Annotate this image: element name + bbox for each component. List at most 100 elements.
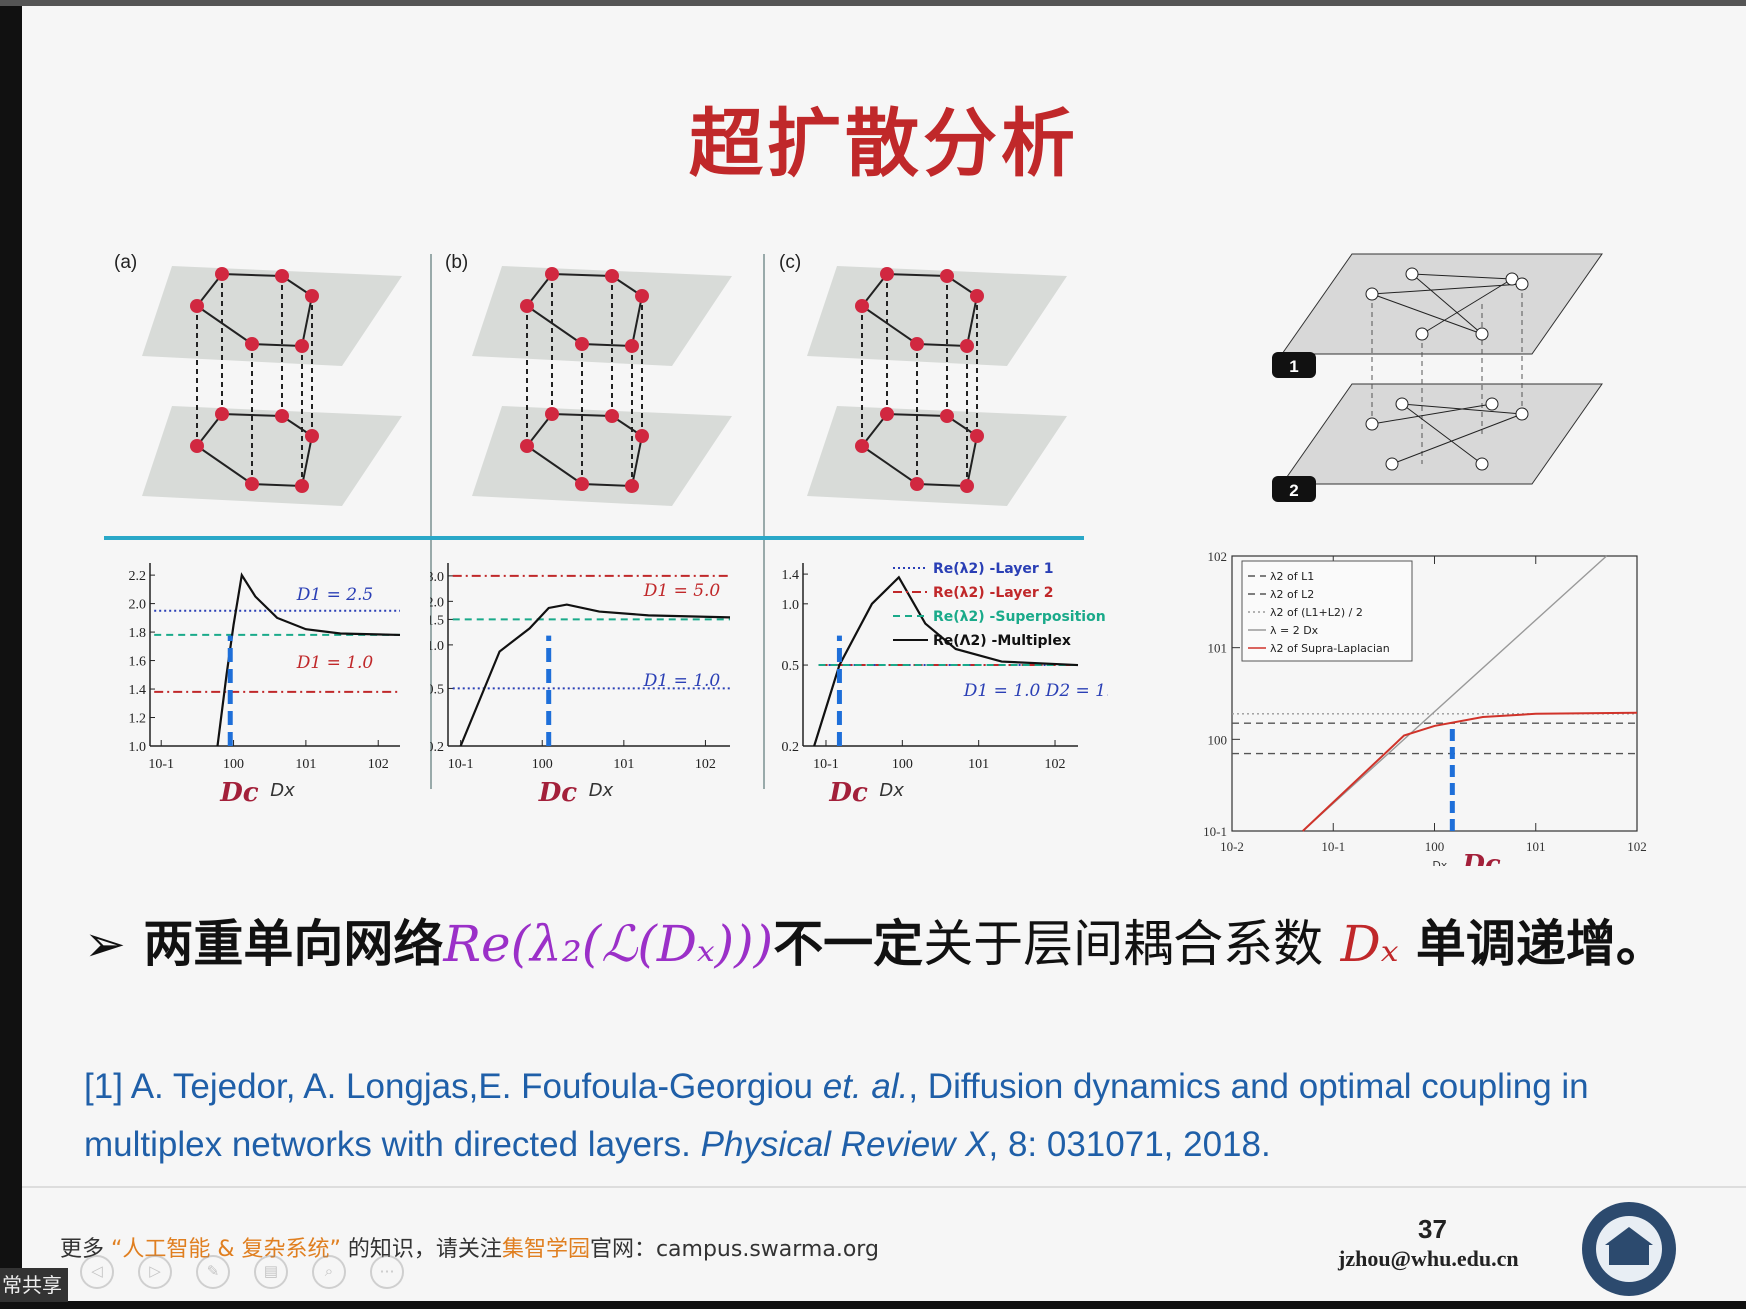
bullet-formula: Re(λ₂(ℒ(Dₓ))) [443, 915, 774, 973]
zoom-icon[interactable]: ⌕ [312, 1255, 346, 1289]
coupling-annotation: D1 = 1.0 D2 = 1.0 [963, 681, 1108, 701]
player-toolbar: ◁ ▷ ✎ ▤ ⌕ ⋯ [80, 1255, 404, 1289]
x-tick-label: 102 [695, 757, 716, 772]
y-tick-label: 1.0 [129, 740, 147, 755]
x-tick-label: 101 [295, 757, 316, 772]
bullet-text-2: 不一定 [773, 915, 924, 973]
dc-label: Dc [538, 778, 578, 808]
author-email: jzhou@whu.edu.cn [1338, 1246, 1519, 1271]
legend-label: Re(Λ2) -Multiplex [933, 633, 1071, 649]
layer-plane-top [142, 266, 402, 366]
x-tick-label: 10-1 [448, 757, 474, 772]
badge-2-label: 2 [1289, 481, 1298, 500]
university-logo [1582, 1202, 1676, 1296]
x-tick-label: 100 [892, 757, 913, 772]
layer-plane-bottom [142, 406, 402, 506]
play-icon[interactable]: ▷ [138, 1255, 172, 1289]
pen-icon[interactable]: ✎ [196, 1255, 230, 1289]
x-tick-label: 102 [1627, 839, 1647, 854]
x-axis-label: Dx [270, 780, 295, 801]
y-tick-label: 0.2 [782, 740, 800, 755]
page-icon[interactable]: ▤ [254, 1255, 288, 1289]
panel-label-b: (b) [445, 252, 469, 273]
legend-label: Re(λ2) -Layer 1 [933, 561, 1053, 577]
coupling-annotation: D1 = 2.5 [296, 585, 374, 605]
y-tick-label: 102 [1208, 549, 1228, 564]
y-tick-label: 2.0 [129, 598, 147, 613]
y-tick-label: 3.0 [430, 570, 444, 585]
x-tick-label: 10-1 [1321, 839, 1345, 854]
y-tick-label: 1.6 [129, 655, 147, 670]
panel-label-a: (a) [114, 252, 138, 273]
x-tick-label: 101 [968, 757, 989, 772]
legend-label: Re(λ2) -Superposition [933, 609, 1106, 625]
x-tick-label: 102 [1045, 757, 1066, 772]
multiplex-diagram: 1 2 [1272, 253, 1603, 502]
bullet-arrow-icon: ➢ [84, 915, 126, 973]
more-icon[interactable]: ⋯ [370, 1255, 404, 1289]
dc-label: Dc [1461, 850, 1501, 866]
x-axis-label: Dx [589, 780, 614, 801]
plane-1 [1281, 253, 1603, 355]
footer-suffix: 官网：campus.swarma.org [589, 1237, 879, 1262]
y-tick-label: 0.5 [430, 682, 444, 697]
legend-label: λ2 of L1 [1270, 570, 1314, 583]
dc-label: Dc [219, 778, 259, 808]
layer-plane-bottom [807, 406, 1067, 506]
coupling-annotation: D1 = 1.0 [643, 671, 721, 691]
bullet-text-3: 关于层间耦合系数 [923, 915, 1324, 973]
legend-label: λ2 of (L1+L2) / 2 [1270, 606, 1363, 619]
slide-title: 超扩散分析 [689, 101, 1079, 187]
x-tick-label: 101 [613, 757, 634, 772]
y-tick-label: 101 [1208, 641, 1228, 656]
chart-a: 1.0 1.2 1.4 1.6 1.8 2.0 2.2 10-1 100 101 102 Dc Dx D1… [129, 563, 401, 808]
reference-prefix: [1] A. Tejedor, A. Longjas,E. Foufoula-G… [84, 1067, 823, 1106]
reference-suffix: , 8: 031071, 2018. [988, 1125, 1271, 1164]
y-tick-label: 0.2 [430, 740, 444, 755]
x-tick-label: 101 [1526, 839, 1546, 854]
reference: [1] A. Tejedor, A. Longjas,E. Foufoula-G… [84, 1058, 1724, 1174]
footer-divider [22, 1186, 1746, 1188]
x-tick-label: 10-1 [148, 757, 174, 772]
badge-1-label: 1 [1289, 357, 1298, 376]
legend-label: λ = 2 Dx [1270, 624, 1319, 637]
y-tick-label: 1.5 [430, 613, 444, 628]
coupling-annotation: D1 = 5.0 [643, 581, 721, 601]
panel-label-c: (c) [779, 252, 802, 273]
y-tick-label: 1.4 [782, 568, 800, 583]
x-axis-label: Dx [879, 780, 904, 801]
x-tick-label: 10-1 [813, 757, 839, 772]
y-tick-label: 2.0 [430, 595, 444, 610]
y-tick-label: 100 [1208, 732, 1228, 747]
network-diagram-a [142, 266, 402, 506]
network-diagram-c [807, 266, 1067, 506]
y-tick-label: 1.8 [129, 626, 147, 641]
reference-journal: Physical Review X [700, 1125, 989, 1164]
bullet-variable: Dₓ [1340, 915, 1399, 973]
x-axis-label: Dx [1432, 859, 1447, 866]
legend-label: Re(λ2) -Layer 2 [933, 585, 1053, 601]
coupling-annotation: D1 = 1.0 [296, 653, 374, 673]
footer-brand: 集智学园 [501, 1237, 590, 1262]
screen-share-label: 常共享 [0, 1268, 68, 1302]
dc-label: Dc [828, 778, 868, 808]
slide: 超扩散分析 (a) (b) (c) 1 2 1.0 1.2 1.4 1.6 1.… [22, 6, 1746, 1301]
chart-right: 10-2 10-1 100 101 10210-1100101102DcDxλ2 of … [1203, 549, 1647, 866]
bullet-text-1: 两重单向网络 [143, 915, 444, 973]
section-divider [104, 536, 1084, 540]
page-number: 37 [1418, 1214, 1447, 1244]
y-tick-label: 1.4 [129, 683, 147, 698]
layer-plane-bottom [472, 406, 732, 506]
series-line [1302, 711, 1638, 832]
series-line [813, 575, 1079, 747]
y-tick-label: 1.0 [782, 598, 800, 613]
layer-plane-top [807, 266, 1067, 366]
network-diagram-b [472, 266, 732, 506]
y-tick-label: 0.5 [782, 659, 800, 674]
x-tick-label: 102 [368, 757, 389, 772]
chart-b: 0.2 0.5 1.0 1.5 2.0 3.0 10-1 100 101 102 Dc Dx D1 = … [430, 563, 731, 808]
prev-icon[interactable]: ◁ [80, 1255, 114, 1289]
y-tick-label: 10-1 [1203, 824, 1227, 839]
legend-label: λ2 of Supra-Laplacian [1270, 642, 1390, 655]
layer-plane-top [472, 266, 732, 366]
